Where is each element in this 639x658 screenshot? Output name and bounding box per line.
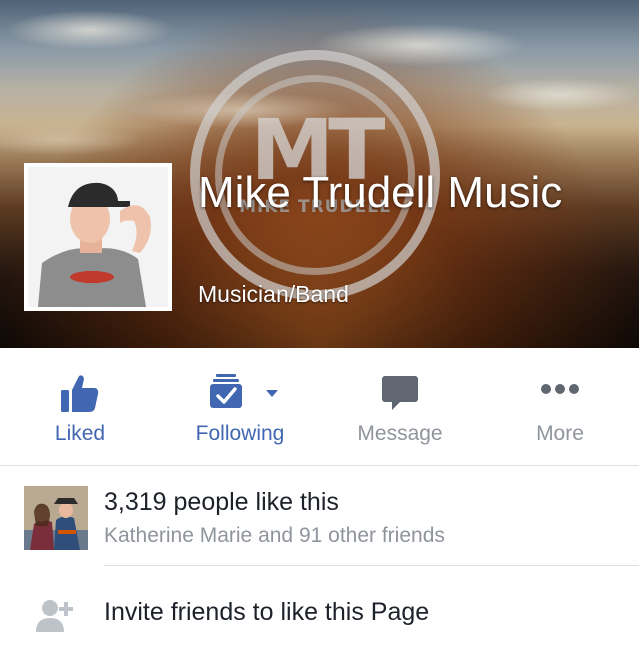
invite-friends-label: Invite friends to like this Page (104, 598, 430, 626)
profile-picture[interactable] (24, 163, 172, 311)
message-button[interactable]: Message (320, 348, 480, 466)
chevron-down-icon (265, 386, 279, 404)
message-label: Message (357, 422, 443, 445)
more-label: More (536, 422, 584, 445)
page-category[interactable]: Musician/Band (198, 281, 349, 308)
following-feed-icon (210, 372, 254, 417)
following-button[interactable]: Following (160, 348, 320, 466)
friends-who-like: Katherine Marie and 91 other friends (104, 524, 445, 547)
likes-summary-row[interactable]: 3,319 people like this Katherine Marie a… (0, 466, 639, 566)
more-dots-icon (540, 382, 580, 400)
cover-photo[interactable]: MT MIKE TRUDELL Mike Trudell Music Music… (0, 0, 639, 348)
friends-photo (24, 486, 88, 550)
message-bubble-icon (380, 372, 420, 417)
likes-count: 3,319 people like this (104, 488, 339, 516)
following-label: Following (195, 422, 285, 445)
page-action-bar: Liked Following Message More (0, 348, 639, 466)
liked-label: Liked (54, 422, 106, 445)
thumbs-up-icon (59, 372, 101, 419)
add-friend-icon (36, 598, 76, 637)
profile-person-icon (28, 167, 168, 307)
more-button[interactable]: More (480, 348, 639, 466)
liked-button[interactable]: Liked (0, 348, 160, 466)
page-title: Mike Trudell Music (198, 168, 563, 217)
invite-friends-row[interactable]: Invite friends to like this Page (0, 566, 639, 658)
